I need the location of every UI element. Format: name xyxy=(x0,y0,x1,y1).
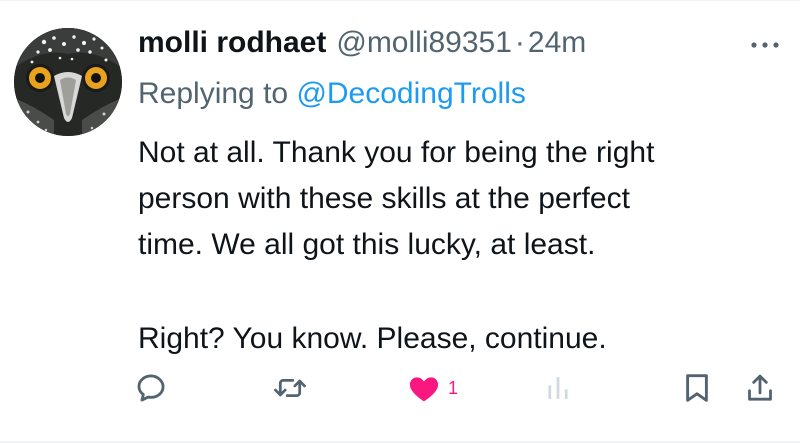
retweet-button[interactable] xyxy=(272,366,308,410)
bookmark-icon xyxy=(686,374,708,402)
tweet-text-line: time. We all got this lucky, at least. xyxy=(138,228,596,261)
tweet-header: molli rodhaet @molli89351 · 24m xyxy=(138,26,586,66)
like-count: 1 xyxy=(448,377,459,398)
like-button[interactable]: 1 xyxy=(408,366,458,410)
replying-to-mention[interactable]: @DecodingTrolls xyxy=(296,77,525,110)
action-bar: 1 xyxy=(0,366,800,410)
share-button[interactable] xyxy=(746,366,774,410)
separator-dot: · xyxy=(514,26,525,59)
tweet-text-line: Right? You know. Please, continue. xyxy=(138,322,607,355)
reply-button[interactable] xyxy=(134,366,168,410)
tweet-body: Not at all. Thank you for being the righ… xyxy=(138,130,778,362)
replying-prefix: Replying to xyxy=(138,77,289,110)
retweet-icon xyxy=(274,379,306,397)
author-name[interactable]: molli rodhaet xyxy=(138,26,326,60)
share-icon xyxy=(748,374,772,401)
more-options-icon[interactable] xyxy=(748,34,782,56)
heart-icon xyxy=(409,377,439,402)
top-divider xyxy=(0,0,800,1)
replying-to-line: Replying to @DecodingTrolls xyxy=(138,77,526,111)
bookmark-button[interactable] xyxy=(684,366,710,410)
author-handle[interactable]: @molli89351 xyxy=(336,26,512,60)
reply-bubble-icon xyxy=(137,374,165,402)
owl-avatar-image xyxy=(14,28,122,136)
avatar[interactable] xyxy=(14,28,122,136)
timestamp[interactable]: 24m xyxy=(528,26,586,60)
views-button[interactable] xyxy=(544,366,572,410)
tweet-text-line: person with these skills at the perfect xyxy=(138,182,630,215)
views-bar-chart-icon xyxy=(548,377,568,399)
tweet-text-line: Not at all. Thank you for being the righ… xyxy=(138,136,655,169)
